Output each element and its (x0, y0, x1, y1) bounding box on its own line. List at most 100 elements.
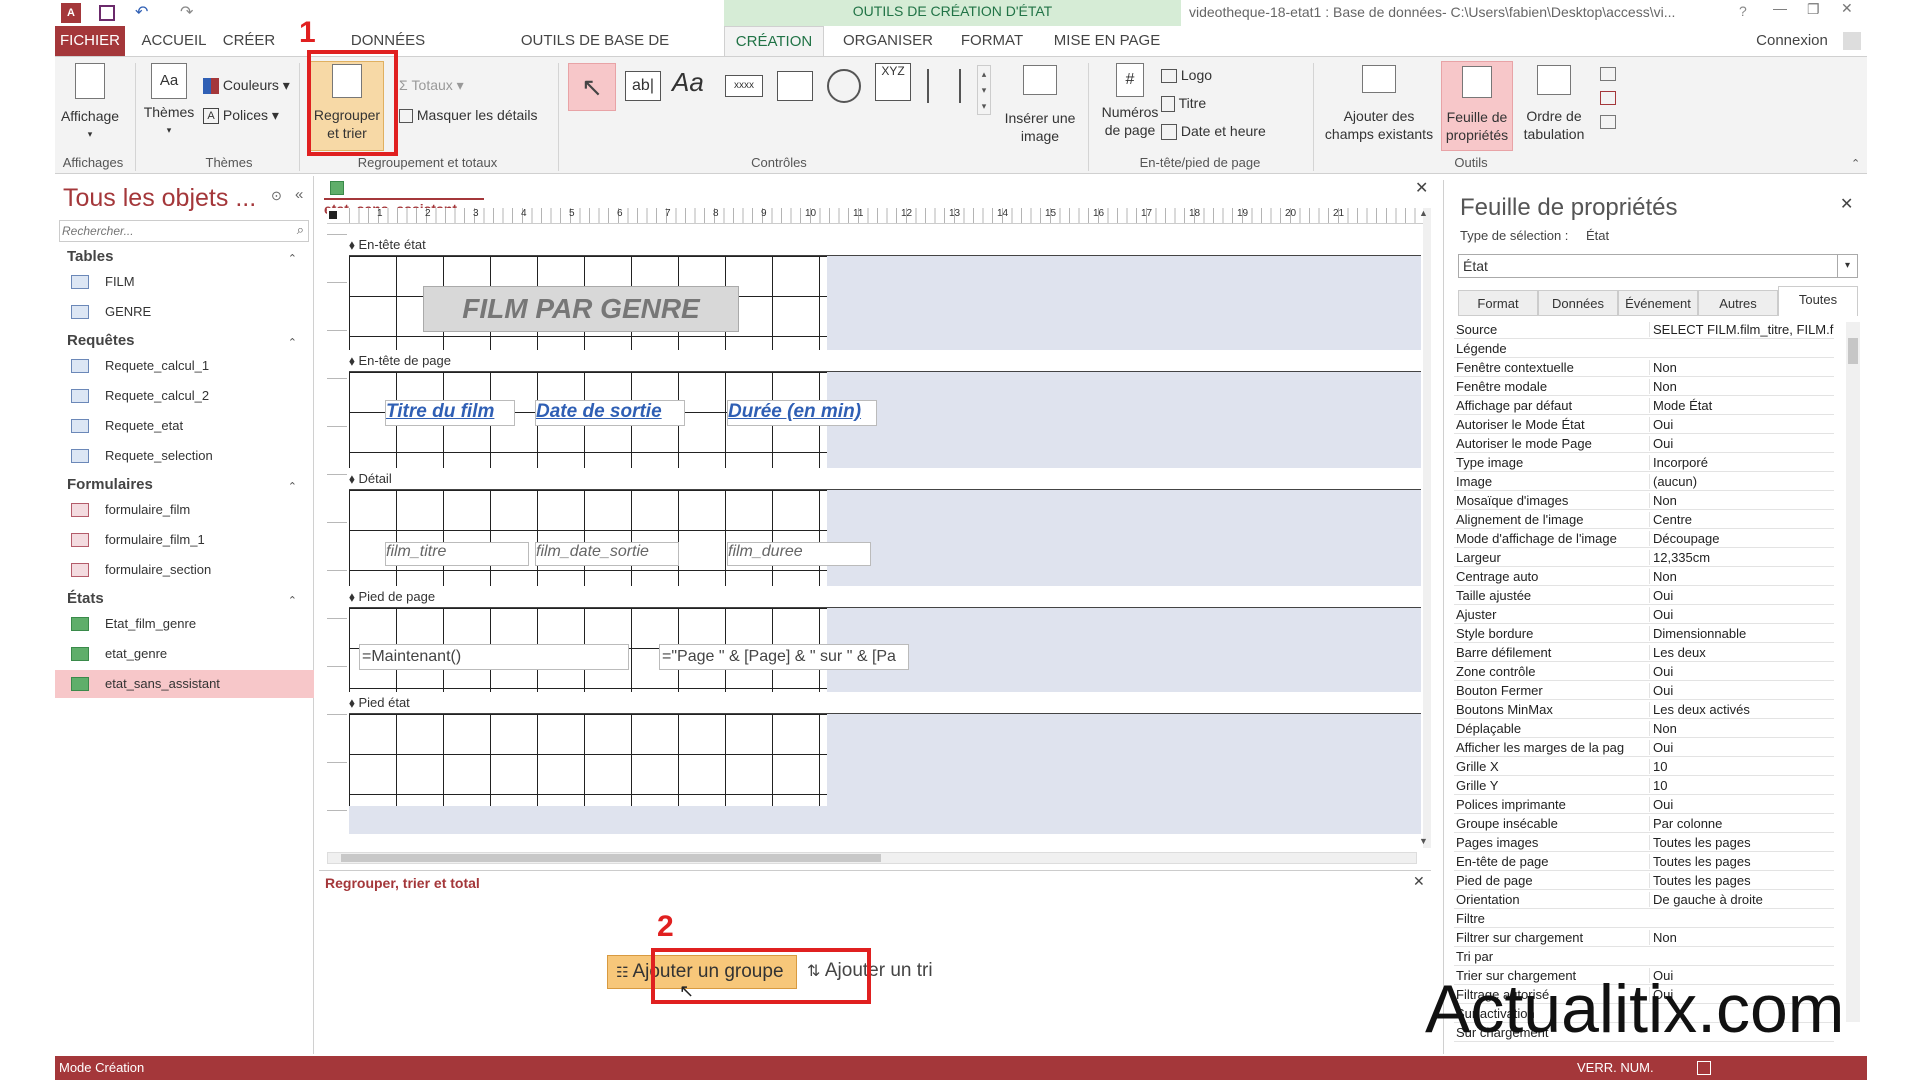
property-row[interactable]: Style bordure Dimensionnable (1454, 624, 1834, 643)
tab-creation[interactable]: CRÉATION (724, 26, 824, 56)
report-title-label[interactable]: FILM PAR GENRE (423, 286, 739, 332)
logo-button[interactable]: Logo (1161, 67, 1212, 84)
collapse-section-icon[interactable]: ⌃ (288, 480, 297, 493)
property-row[interactable]: Centrage auto Non (1454, 567, 1834, 586)
property-value[interactable]: Découpage (1649, 531, 1834, 546)
property-row[interactable]: Filtre (1454, 909, 1834, 928)
collapse-section-icon[interactable]: ⌃ (288, 252, 297, 265)
section-bar-entete-page[interactable]: ⬧ En-tête de page (349, 350, 1421, 372)
save-icon[interactable] (99, 5, 115, 21)
nav-title[interactable]: Tous les objets ... (63, 184, 256, 213)
property-row[interactable]: Orientation De gauche à droite (1454, 890, 1834, 909)
nav-item-genre[interactable]: GENRE (55, 298, 314, 326)
tab-toutes[interactable]: Toutes (1778, 286, 1858, 316)
property-scroll-thumb[interactable] (1848, 338, 1858, 364)
help-button[interactable]: ? (1739, 3, 1747, 19)
web-browser-control-icon[interactable]: XYZ (875, 63, 911, 101)
property-value[interactable]: 10 (1649, 778, 1834, 793)
controls-more-icon[interactable]: ▴ ▾ ▾ (977, 65, 991, 115)
property-value[interactable]: Non (1649, 721, 1834, 736)
nav-section-requetes[interactable]: Requêtes (67, 332, 135, 349)
property-value[interactable]: Oui (1649, 683, 1834, 698)
scroll-up-icon[interactable]: ▲ (1419, 208, 1428, 218)
property-value[interactable]: Non (1649, 569, 1834, 584)
nav-item-formulaire-section[interactable]: formulaire_section (55, 556, 314, 584)
tab-accueil[interactable]: ACCUEIL (139, 26, 209, 56)
property-row[interactable]: Alignement de l'image Centre (1454, 510, 1834, 529)
property-value[interactable]: (aucun) (1649, 474, 1834, 489)
nav-section-tables[interactable]: Tables (67, 248, 113, 265)
close-window-button[interactable]: ✕ (1841, 0, 1853, 17)
nav-search-input[interactable] (60, 221, 280, 241)
nav-item-etat-genre[interactable]: etat_genre (55, 640, 314, 668)
property-row[interactable]: Légende (1454, 339, 1834, 358)
nav-item-formulaire-film-1[interactable]: formulaire_film_1 (55, 526, 314, 554)
header-label-duree[interactable]: Durée (en min) (727, 400, 877, 426)
property-value[interactable]: 10 (1649, 759, 1834, 774)
redo-icon[interactable]: ↷ (180, 2, 193, 22)
nav-section-formulaires[interactable]: Formulaires (67, 476, 153, 493)
property-row[interactable]: Grille X 10 (1454, 757, 1834, 776)
property-value[interactable]: Non (1649, 360, 1834, 375)
nav-section-etats[interactable]: États (67, 590, 104, 607)
section-grid-detail[interactable] (349, 490, 827, 586)
vertical-scrollbar[interactable] (1423, 208, 1431, 848)
property-row[interactable]: Image (aucun) (1454, 472, 1834, 491)
tab-donnees[interactable]: Données (1538, 290, 1618, 316)
nav-item-film[interactable]: FILM (55, 268, 314, 296)
property-value[interactable]: De gauche à droite (1649, 892, 1834, 907)
subform-icon[interactable] (1600, 67, 1616, 81)
property-value[interactable]: Oui (1649, 797, 1834, 812)
undo-icon[interactable]: ↶ (135, 2, 148, 22)
property-value[interactable]: Toutes les pages (1649, 854, 1834, 869)
restore-button[interactable]: ❐ (1807, 1, 1820, 18)
nav-menu-chevron-icon[interactable]: ⊙ (271, 188, 282, 204)
collapse-section-icon[interactable]: ⌃ (288, 336, 297, 349)
document-tab[interactable]: etat_sans_assistant (324, 176, 484, 217)
ajouter-champs-button[interactable]: Ajouter des champs existants (1321, 65, 1437, 143)
property-row[interactable]: Affichage par défaut Mode État (1454, 396, 1834, 415)
view-code-icon[interactable] (1600, 91, 1616, 105)
tab-outils-bd[interactable]: OUTILS DE BASE DE DONNÉES (487, 26, 703, 79)
property-value[interactable]: Centre (1649, 512, 1834, 527)
date-heure-button[interactable]: Date et heure (1161, 123, 1266, 141)
section-bar-detail[interactable]: ⬧ Détail (349, 468, 1421, 490)
inserer-image-button[interactable]: Insérer une image (995, 65, 1085, 145)
ruler-corner[interactable] (329, 211, 337, 219)
dropdown-chevron-icon[interactable]: ▾ (1837, 255, 1857, 277)
section-bar-pied-etat[interactable]: ⬧ Pied état (349, 692, 1421, 714)
property-value[interactable]: Toutes les pages (1649, 835, 1834, 850)
property-row[interactable]: Bouton Fermer Oui (1454, 681, 1834, 700)
section-bar-entete-etat[interactable]: ⬧ En-tête état (349, 234, 1421, 256)
section-grid-pied-etat[interactable] (349, 714, 827, 806)
property-row[interactable]: Type image Incorporé (1454, 453, 1834, 472)
property-value[interactable]: Non (1649, 379, 1834, 394)
label-control-icon[interactable]: Aa (672, 67, 704, 98)
tab-control-icon[interactable] (777, 71, 813, 101)
property-row[interactable]: Afficher les marges de la pag Oui (1454, 738, 1834, 757)
property-row[interactable]: Déplaçable Non (1454, 719, 1834, 738)
nav-item-requete-calcul-2[interactable]: Requete_calcul_2 (55, 382, 314, 410)
feuille-proprietes-button[interactable]: Feuille de propriétés (1441, 61, 1513, 151)
property-row[interactable]: Fenêtre modale Non (1454, 377, 1834, 396)
property-row[interactable]: Mosaïque d'images Non (1454, 491, 1834, 510)
tab-evenement[interactable]: Événement (1618, 290, 1698, 316)
property-row[interactable]: Autoriser le mode Page Oui (1454, 434, 1834, 453)
close-group-pane-icon[interactable]: ✕ (1413, 873, 1425, 890)
tab-organiser[interactable]: ORGANISER (838, 26, 938, 56)
close-document-icon[interactable]: ✕ (1415, 178, 1428, 198)
object-select[interactable]: État ▾ (1458, 254, 1858, 278)
property-row[interactable]: Largeur 12,335cm (1454, 548, 1834, 567)
select-pointer-control[interactable]: ↖ (568, 63, 616, 111)
affichage-button[interactable]: Affichage ▾ (55, 63, 125, 143)
couleurs-button[interactable]: Couleurs ▾ (203, 77, 290, 95)
field-film-duree[interactable]: film_duree (727, 542, 871, 566)
property-row[interactable]: En-tête de page Toutes les pages (1454, 852, 1834, 871)
nav-search-box[interactable]: ⌕ (59, 220, 309, 242)
tab-creer[interactable]: CRÉER (219, 26, 279, 56)
button-control-icon[interactable]: xxxx (725, 75, 763, 97)
ordre-tabulation-button[interactable]: Ordre de tabulation (1517, 65, 1591, 143)
property-row[interactable]: Boutons MinMax Les deux activés (1454, 700, 1834, 719)
property-value[interactable]: Les deux activés (1649, 702, 1834, 717)
hyperlink-control-icon[interactable] (827, 69, 861, 103)
